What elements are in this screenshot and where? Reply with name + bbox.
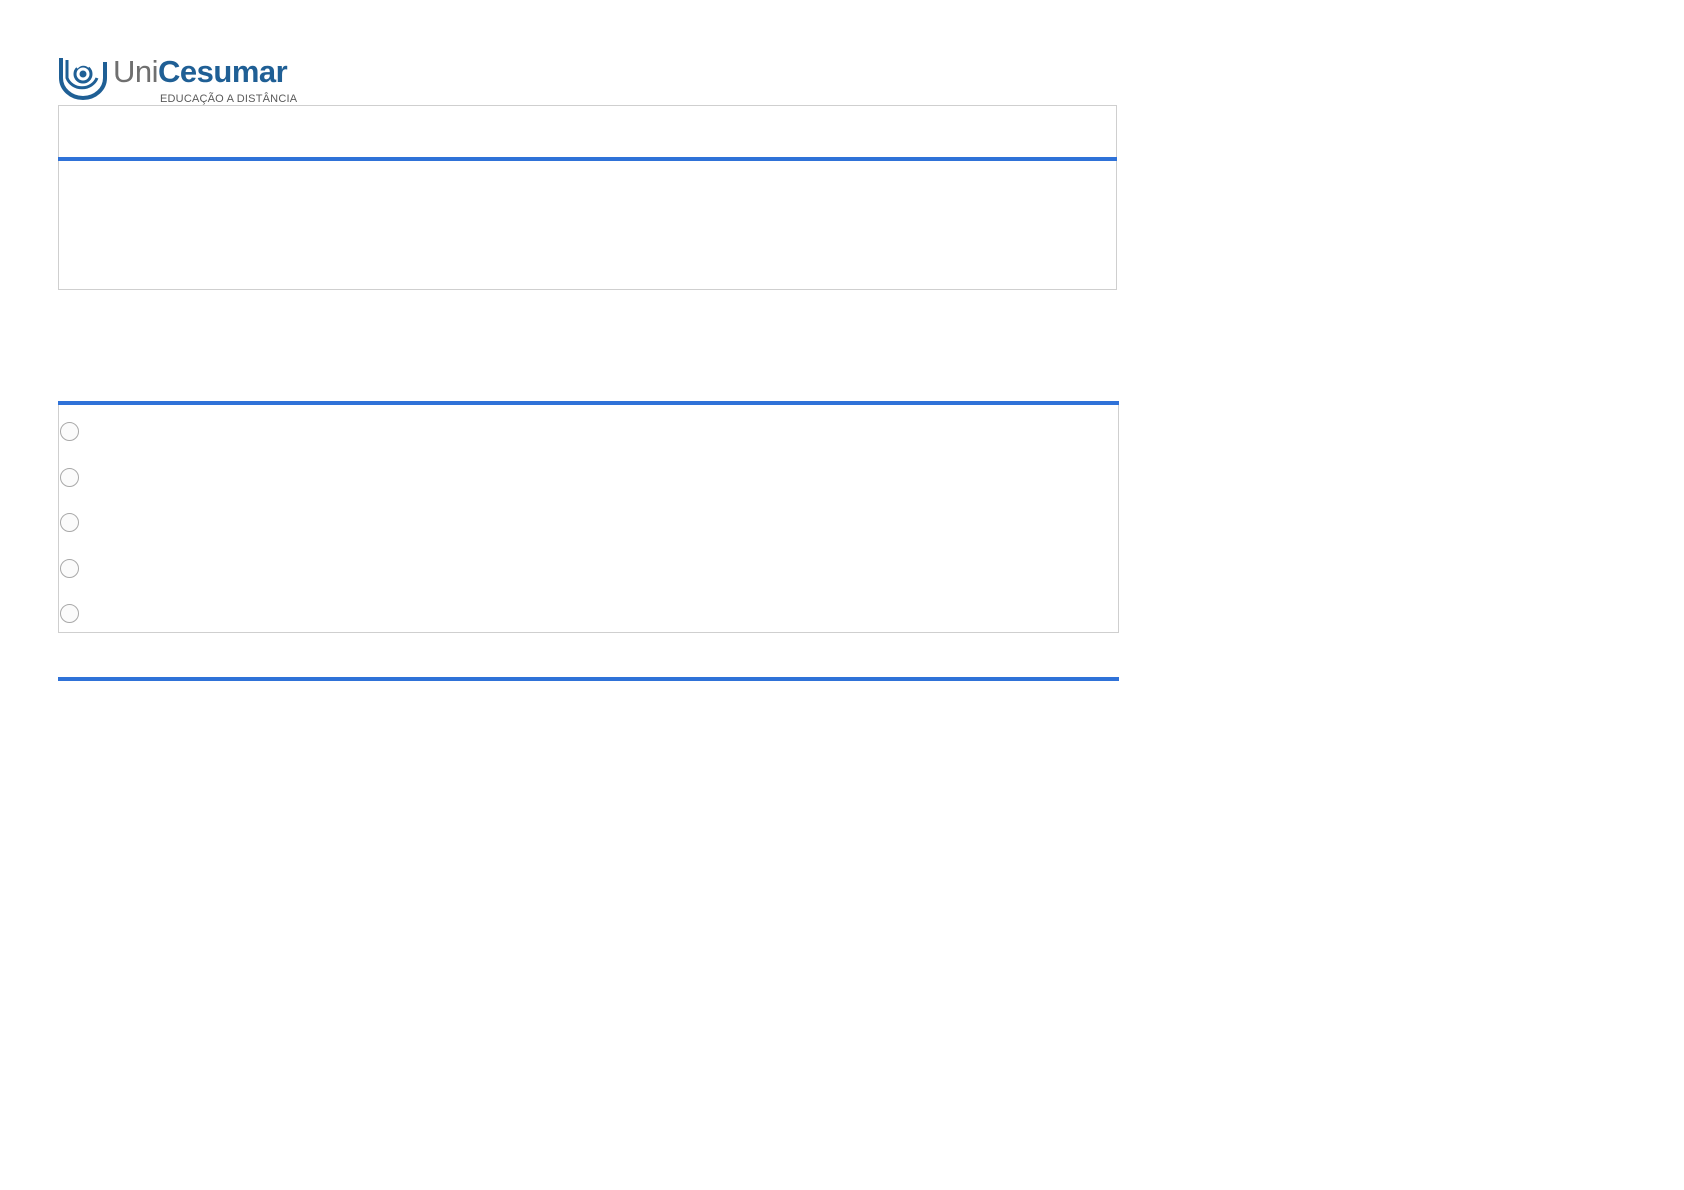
logo-wordmark-uni: Uni [113, 54, 159, 89]
answer-option-5-radio[interactable] [60, 604, 79, 623]
answer-option-1[interactable] [60, 422, 1110, 444]
question-panel [58, 105, 1117, 290]
logo-wordmark-cesumar: Cesumar [158, 54, 288, 89]
unicesumar-logo-mark-icon [59, 58, 107, 100]
unicesumar-logo: UniCesumar EDUCAÇÃO A DISTÂNCIA [57, 53, 297, 106]
answer-option-3[interactable] [60, 513, 1110, 535]
answer-option-4-radio[interactable] [60, 559, 79, 578]
question-text [59, 161, 1116, 289]
logo-wordmark: UniCesumar [113, 53, 288, 91]
footer-divider [58, 677, 1119, 681]
answer-option-3-radio[interactable] [60, 513, 79, 532]
answer-option-5[interactable] [60, 604, 1110, 626]
answer-options-panel [58, 405, 1119, 633]
question-header [59, 106, 1116, 157]
answer-option-1-radio[interactable] [60, 422, 79, 441]
answer-option-2-radio[interactable] [60, 468, 79, 487]
answer-option-2[interactable] [60, 468, 1110, 490]
answer-option-4[interactable] [60, 559, 1110, 581]
logo-tagline: EDUCAÇÃO A DISTÂNCIA [160, 93, 298, 105]
